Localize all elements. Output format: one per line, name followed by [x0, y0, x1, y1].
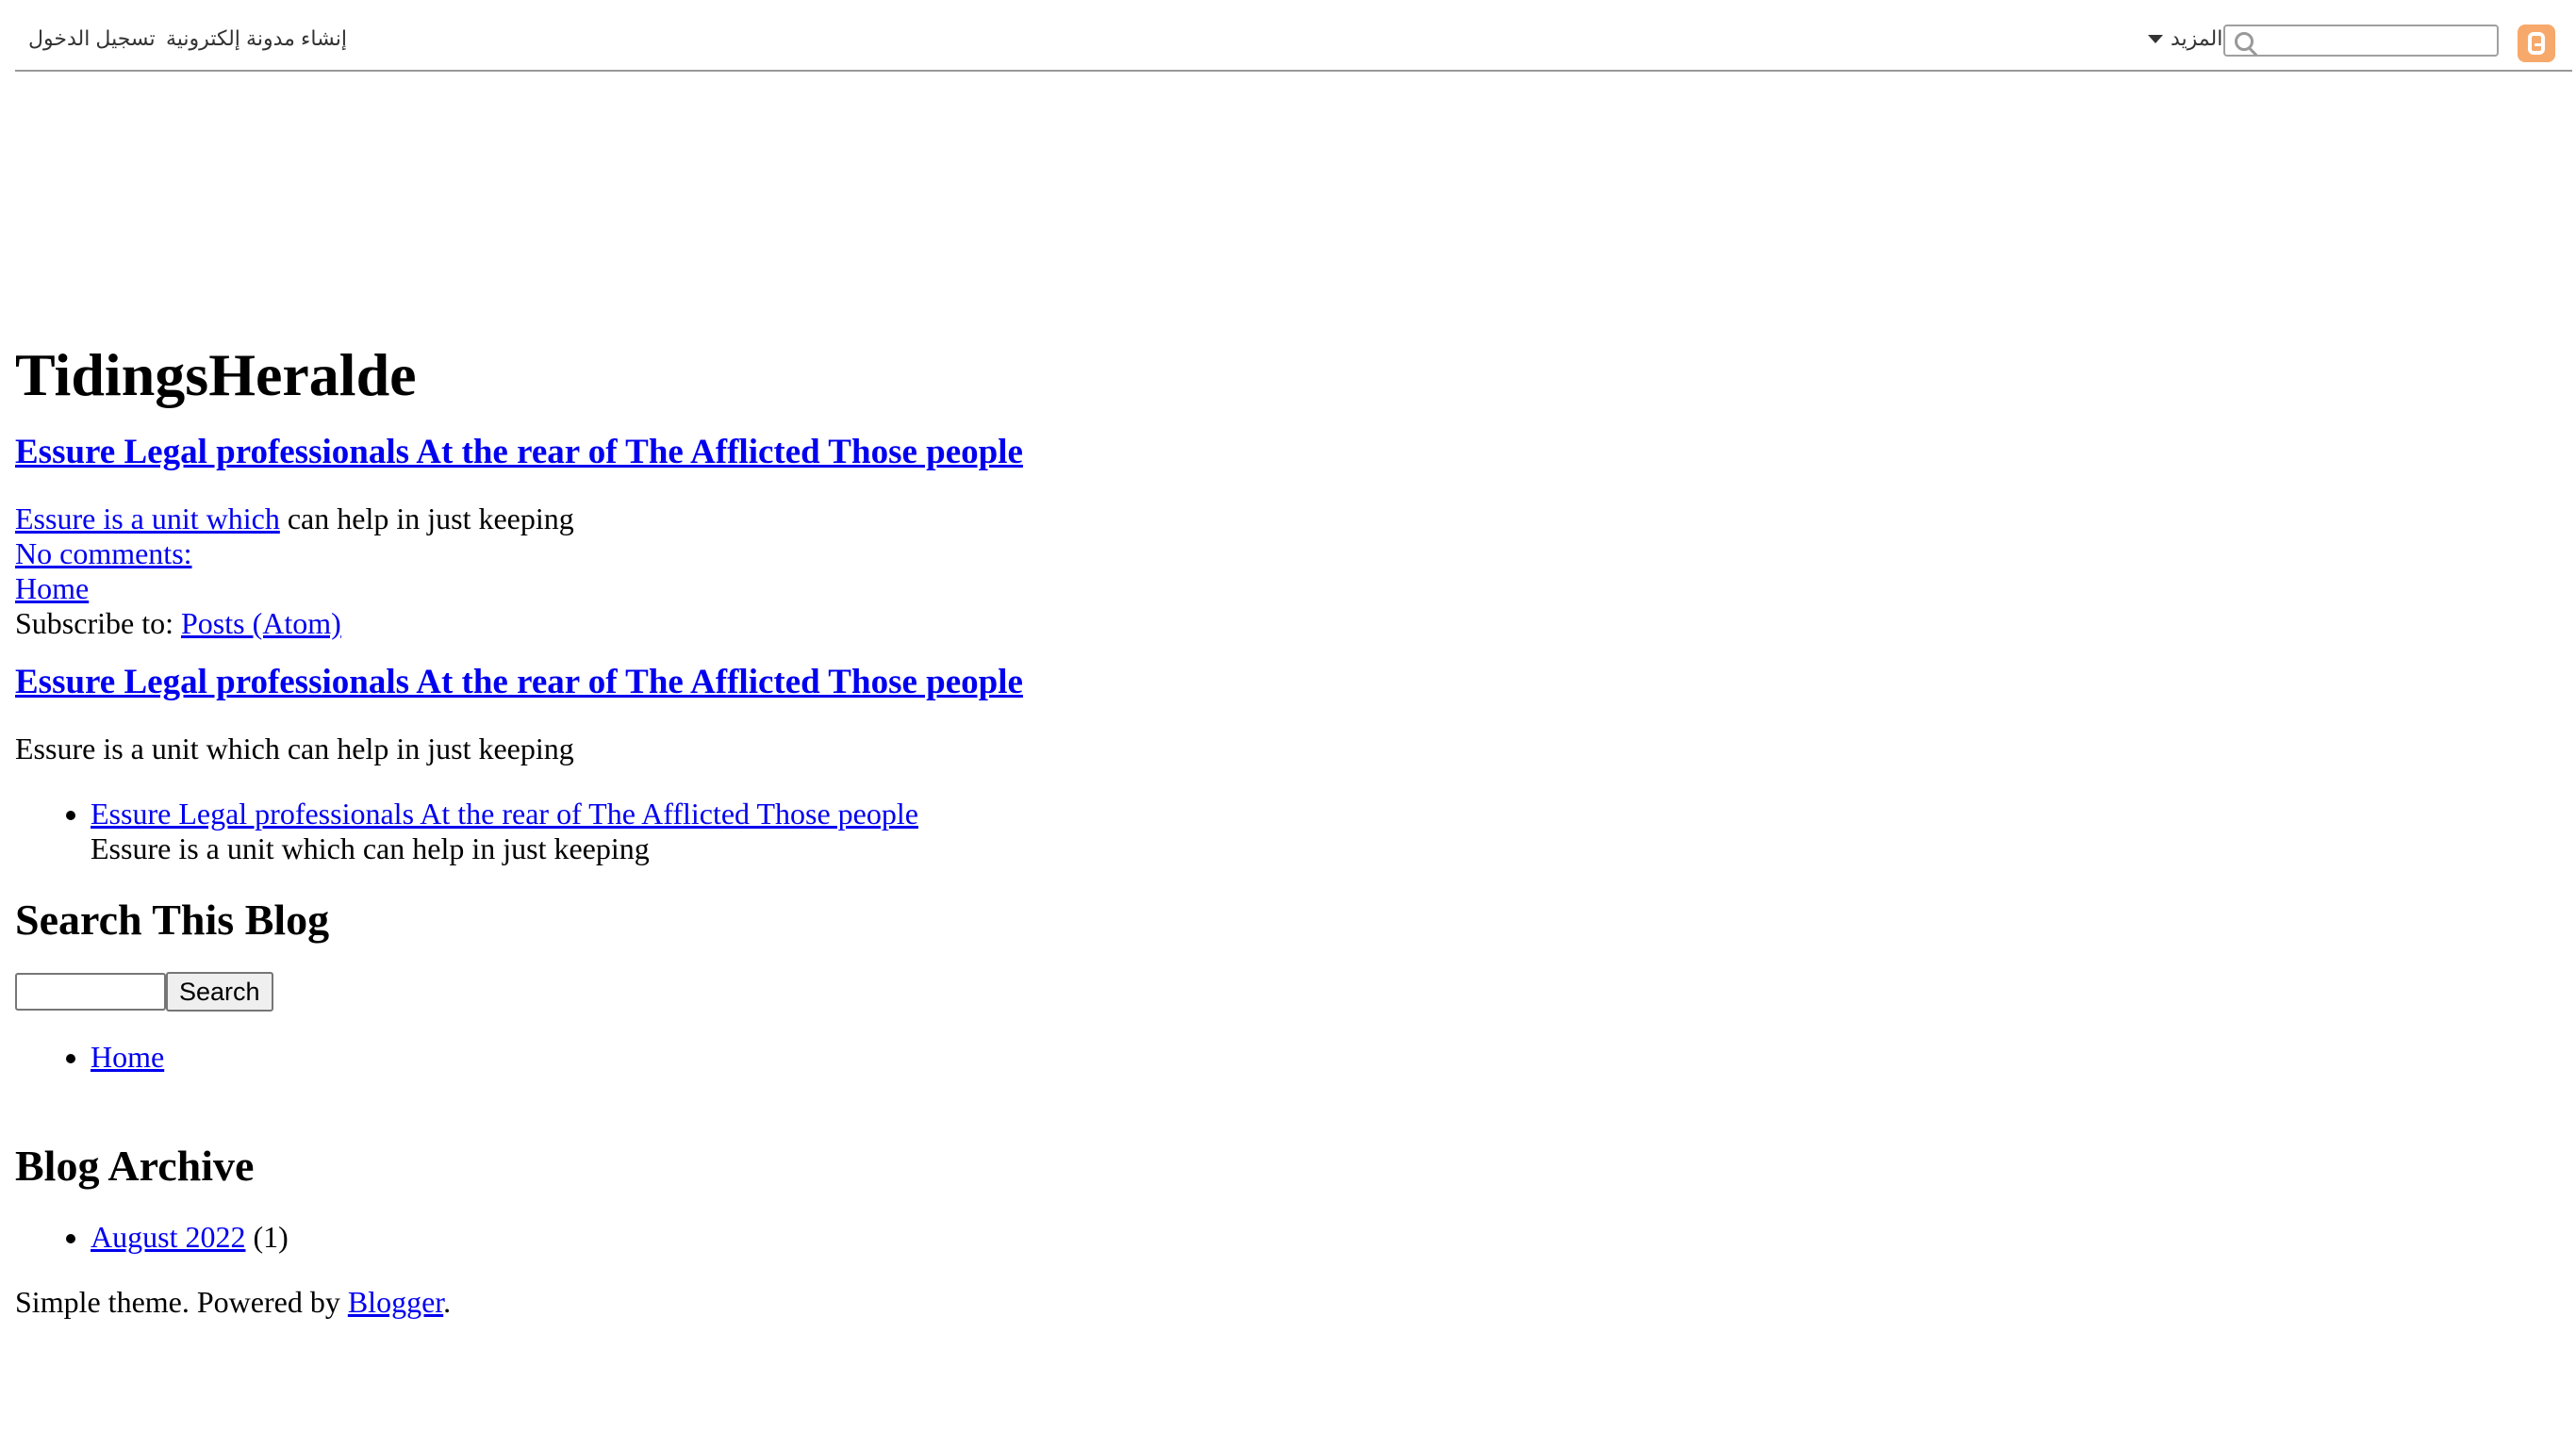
list-item: Home [91, 1040, 2561, 1075]
archive-list: August 2022 (1) [15, 1220, 2561, 1255]
search-button[interactable]: Search [166, 972, 273, 1012]
pages-list: Home [15, 1040, 2561, 1075]
post-comments: No comments: [15, 536, 2561, 571]
home-nav: Home [15, 571, 2561, 606]
navbar-search-input[interactable] [2257, 28, 2497, 55]
post-title: Essure Legal professionals At the rear o… [15, 432, 2561, 473]
list-item: Essure Legal professionals At the rear o… [91, 797, 2561, 866]
search-widget: Search [15, 972, 2561, 1012]
footer-attribution: Simple theme. Powered by Blogger. [15, 1285, 2561, 1320]
archive-month-link[interactable]: August 2022 [91, 1220, 245, 1254]
post-snippet: Essure is a unit which can help in just … [15, 502, 2561, 536]
sign-in-link[interactable]: تسجيل الدخول [28, 26, 156, 51]
pages-home-link[interactable]: Home [91, 1040, 164, 1074]
create-blog-link[interactable]: إنشاء مدونة إلكترونية [166, 26, 347, 51]
more-menu-label: المزيد [2171, 26, 2223, 50]
subscribe-line: Subscribe to: Posts (Atom) [15, 606, 2561, 641]
archive-count: (1) [245, 1220, 289, 1254]
footer-text: Simple theme. Powered by [15, 1285, 348, 1319]
list-item: August 2022 (1) [91, 1220, 2561, 1255]
blog-search-input[interactable] [15, 973, 166, 1011]
post-title-link[interactable]: Essure Legal professionals At the rear o… [15, 433, 1023, 471]
subscribe-label: Subscribe to: [15, 606, 181, 640]
popular-post-link[interactable]: Essure Legal professionals At the rear o… [91, 797, 918, 831]
featured-post-snippet: Essure is a unit which can help in just … [15, 732, 574, 765]
archive-heading: Blog Archive [15, 1142, 255, 1190]
post-snippet-text: can help in just keeping [279, 502, 574, 535]
search-widget-heading: Search This Blog [15, 896, 330, 944]
blogger-navbar: تسجيل الدخول إنشاء مدونة إلكترونية المزي… [15, 0, 2572, 72]
search-icon [2235, 32, 2254, 51]
featured-post-link[interactable]: Essure Legal professionals At the rear o… [15, 663, 1023, 701]
featured-post-title: Essure Legal professionals At the rear o… [15, 662, 2561, 703]
footer-period: . [443, 1285, 452, 1319]
blogger-link[interactable]: Blogger [348, 1285, 443, 1319]
post-snippet-link[interactable]: Essure is a unit which [15, 502, 280, 535]
comments-link[interactable]: No comments: [15, 536, 192, 570]
navbar-search-box[interactable] [2223, 25, 2499, 57]
popular-post-snippet: Essure is a unit which can help in just … [91, 831, 650, 865]
more-menu[interactable]: المزيد [2148, 26, 2222, 51]
home-link[interactable]: Home [15, 571, 89, 605]
blog-title: TidingsHeralde [15, 341, 417, 408]
main-content: TidingsHeralde Essure Legal professional… [15, 339, 2561, 1320]
posts-atom-link[interactable]: Posts (Atom) [181, 606, 341, 640]
popular-posts-list: Essure Legal professionals At the rear o… [15, 797, 2561, 866]
blogger-logo-icon[interactable] [2518, 25, 2555, 62]
caret-down-icon [2148, 34, 2163, 43]
